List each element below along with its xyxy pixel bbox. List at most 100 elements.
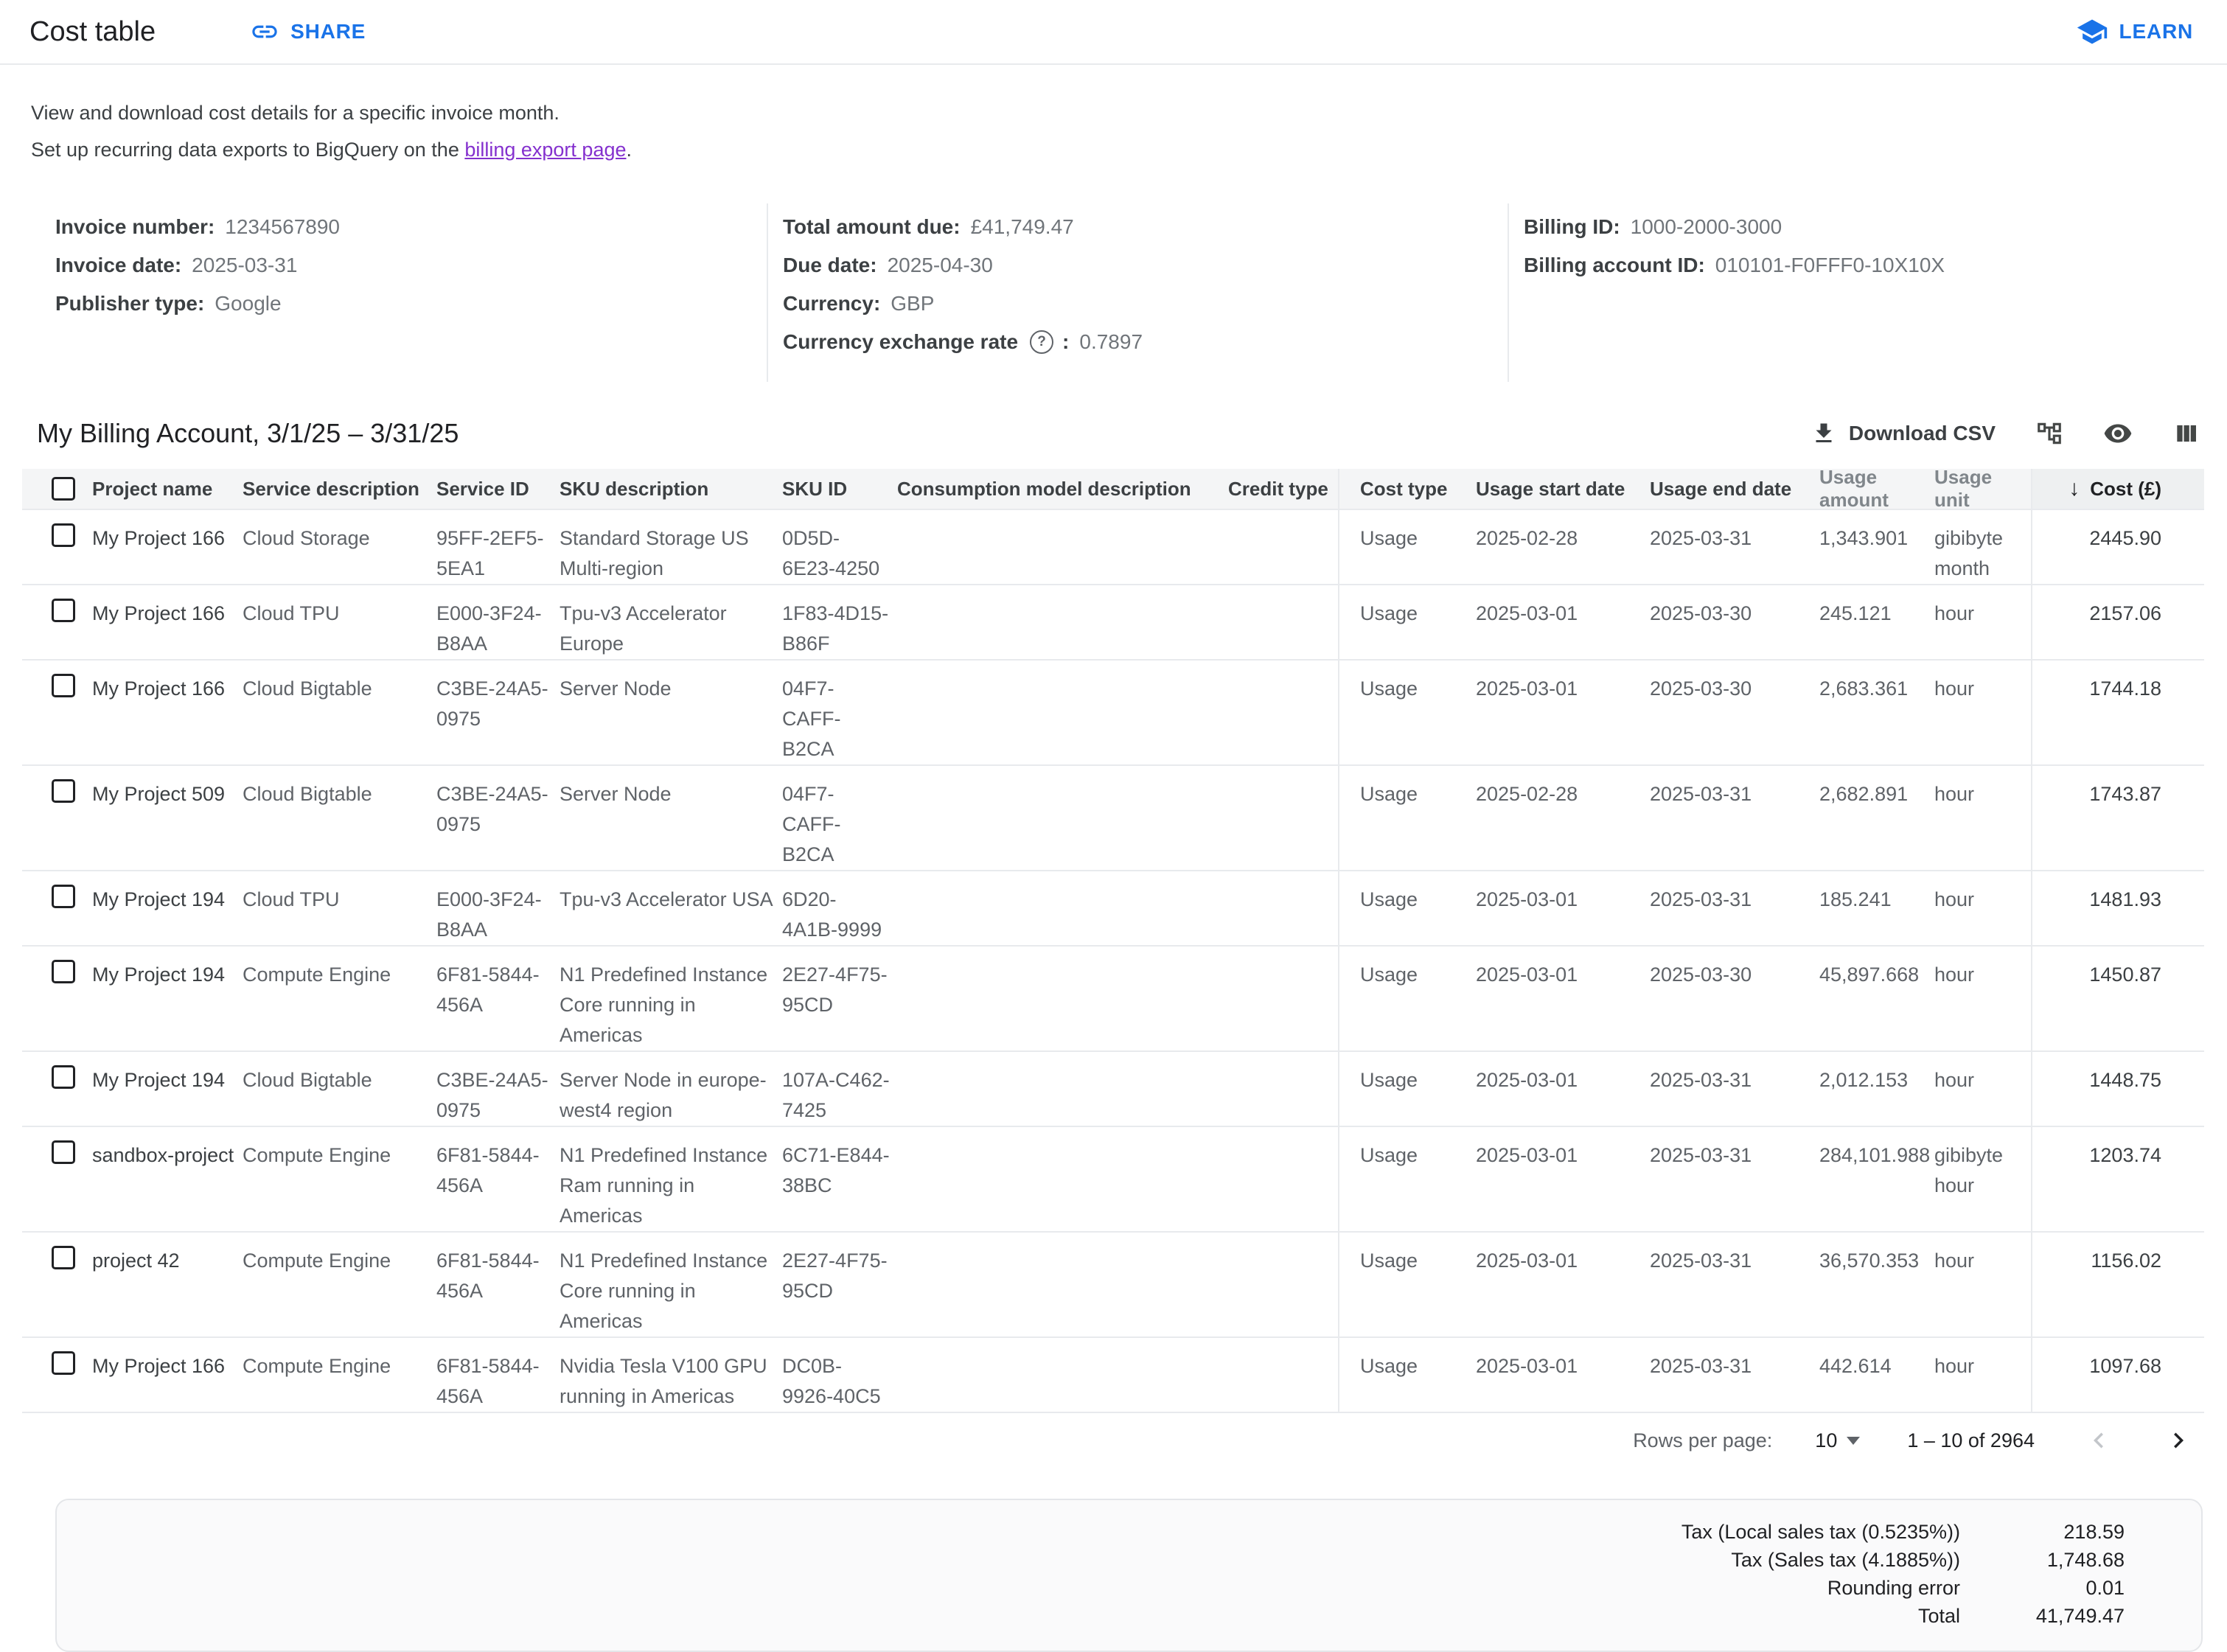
cell-end: 2025-03-31: [1650, 510, 1819, 584]
cell-unit: hour: [1934, 1233, 2031, 1336]
cell-cost: 2445.90: [2031, 510, 2204, 584]
help-icon[interactable]: ?: [1030, 330, 1053, 354]
cell-end: 2025-03-30: [1650, 947, 1819, 1050]
column-header-service[interactable]: Service description: [243, 469, 436, 509]
column-header-consumption[interactable]: Consumption model description: [897, 469, 1228, 509]
next-page-button[interactable]: [2163, 1425, 2194, 1456]
cell-service_id: C3BE-24A5-0975: [436, 766, 560, 870]
column-header-credit[interactable]: Credit type: [1228, 469, 1338, 509]
cell-project: My Project 166: [92, 510, 243, 584]
cell-cost: 1448.75: [2031, 1052, 2204, 1126]
column-header-start[interactable]: Usage start date: [1476, 469, 1650, 509]
row-select-cell: [22, 766, 92, 870]
column-header-project[interactable]: Project name: [92, 469, 243, 509]
learn-button[interactable]: LEARN: [2076, 15, 2193, 48]
column-header-sku_desc[interactable]: SKU description: [560, 469, 782, 509]
cell-sku_desc: Server Node: [560, 766, 782, 870]
row-checkbox[interactable]: [52, 523, 75, 547]
share-button[interactable]: SHARE: [250, 17, 366, 46]
column-header-end[interactable]: Usage end date: [1650, 469, 1819, 509]
row-checkbox[interactable]: [52, 779, 75, 803]
cell-end: 2025-03-31: [1650, 1052, 1819, 1126]
column-header-amount[interactable]: Usage amount: [1819, 469, 1934, 509]
row-checkbox[interactable]: [52, 1140, 75, 1164]
cell-end: 2025-03-30: [1650, 585, 1819, 659]
table-header-row: Project nameService descriptionService I…: [22, 469, 2204, 510]
cell-cost: 1481.93: [2031, 871, 2204, 945]
row-select-cell: [22, 661, 92, 764]
table-toolbar: Download CSV: [1810, 419, 2200, 448]
summary-value: 0.01: [1960, 1574, 2125, 1602]
invoice-field: Currency exchange rate?:0.7897: [783, 323, 1508, 361]
billing-export-link[interactable]: billing export page: [464, 139, 626, 161]
invoice-field: Publisher type:Google: [55, 285, 767, 323]
cell-consumption: [897, 947, 1228, 1050]
table-row: sandbox-projectCompute Engine6F81-5844-4…: [22, 1127, 2204, 1233]
table-row: My Project 194Cloud TPUE000-3F24-B8AATpu…: [22, 871, 2204, 947]
invoice-field-value: GBP: [891, 292, 934, 316]
row-checkbox[interactable]: [52, 1065, 75, 1089]
column-header-cost_type[interactable]: Cost type: [1338, 469, 1476, 509]
cell-end: 2025-03-31: [1650, 871, 1819, 945]
column-header-unit[interactable]: Usage unit: [1934, 469, 2031, 509]
download-csv-button[interactable]: Download CSV: [1810, 420, 1996, 447]
cell-sku_desc: Nvidia Tesla V100 GPU running in America…: [560, 1338, 782, 1412]
cell-cost_type: Usage: [1338, 766, 1476, 870]
cell-sku_id: 107A-C462-7425: [782, 1052, 897, 1126]
cell-start: 2025-03-01: [1476, 1338, 1650, 1412]
rows-per-page-select[interactable]: 10: [1815, 1429, 1860, 1452]
cell-service_id: 6F81-5844-456A: [436, 947, 560, 1050]
table-row: My Project 509Cloud BigtableC3BE-24A5-09…: [22, 766, 2204, 871]
invoice-field-value: 010101-F0FFF0-10X10X: [1715, 254, 1945, 277]
cell-unit: hour: [1934, 1338, 2031, 1412]
visibility-icon[interactable]: [2103, 419, 2133, 448]
row-select-cell: [22, 1233, 92, 1336]
summary-row: Total41,749.47: [57, 1602, 2125, 1630]
download-csv-label: Download CSV: [1849, 422, 1996, 445]
cell-end: 2025-03-31: [1650, 766, 1819, 870]
cell-amount: 1,343.901: [1819, 510, 1934, 584]
cell-end: 2025-03-30: [1650, 661, 1819, 764]
row-checkbox[interactable]: [52, 1246, 75, 1269]
cell-credit: [1228, 766, 1338, 870]
summary-value: 218.59: [1960, 1518, 2125, 1546]
cell-unit: gibibyte month: [1934, 510, 2031, 584]
row-checkbox[interactable]: [52, 885, 75, 908]
row-checkbox[interactable]: [52, 599, 75, 622]
cell-cost: 1450.87: [2031, 947, 2204, 1050]
column-header-cost[interactable]: ↓Cost (£): [2031, 469, 2204, 509]
cell-credit: [1228, 661, 1338, 764]
select-all-checkbox[interactable]: [52, 477, 75, 501]
summary-rows: Tax (Local sales tax (0.5235%))218.59Tax…: [57, 1518, 2125, 1630]
cell-project: My Project 194: [92, 947, 243, 1050]
cell-consumption: [897, 661, 1228, 764]
column-header-sku_id[interactable]: SKU ID: [782, 469, 897, 509]
invoice-field: Currency:GBP: [783, 285, 1508, 323]
group-tree-icon[interactable]: [2035, 419, 2063, 447]
cell-credit: [1228, 1052, 1338, 1126]
graduation-cap-icon: [2076, 15, 2108, 48]
row-checkbox[interactable]: [52, 674, 75, 697]
column-settings-icon[interactable]: [2172, 419, 2200, 447]
cell-amount: 185.241: [1819, 871, 1934, 945]
cell-service: Cloud Storage: [243, 510, 436, 584]
invoice-field-value: 1234567890: [225, 215, 340, 239]
cell-service: Cloud TPU: [243, 585, 436, 659]
cell-amount: 442.614: [1819, 1338, 1934, 1412]
cell-service: Cloud TPU: [243, 871, 436, 945]
row-checkbox[interactable]: [52, 960, 75, 983]
billing-account-title: My Billing Account, 3/1/25 – 3/31/25: [37, 418, 459, 449]
cell-unit: hour: [1934, 661, 2031, 764]
summary-value: 41,749.47: [1960, 1602, 2125, 1630]
invoice-field-value: 2025-03-31: [192, 254, 297, 277]
link-icon: [250, 17, 279, 46]
previous-page-button[interactable]: [2083, 1425, 2114, 1456]
cell-service: Cloud Bigtable: [243, 1052, 436, 1126]
cell-credit: [1228, 1127, 1338, 1231]
summary-label: Tax (Sales tax (4.1885%)): [1731, 1546, 1960, 1574]
row-checkbox[interactable]: [52, 1351, 75, 1375]
invoice-field-value: Google: [215, 292, 281, 316]
column-header-service_id[interactable]: Service ID: [436, 469, 560, 509]
summary-label: Total: [1918, 1602, 1960, 1630]
row-select-cell: [22, 947, 92, 1050]
